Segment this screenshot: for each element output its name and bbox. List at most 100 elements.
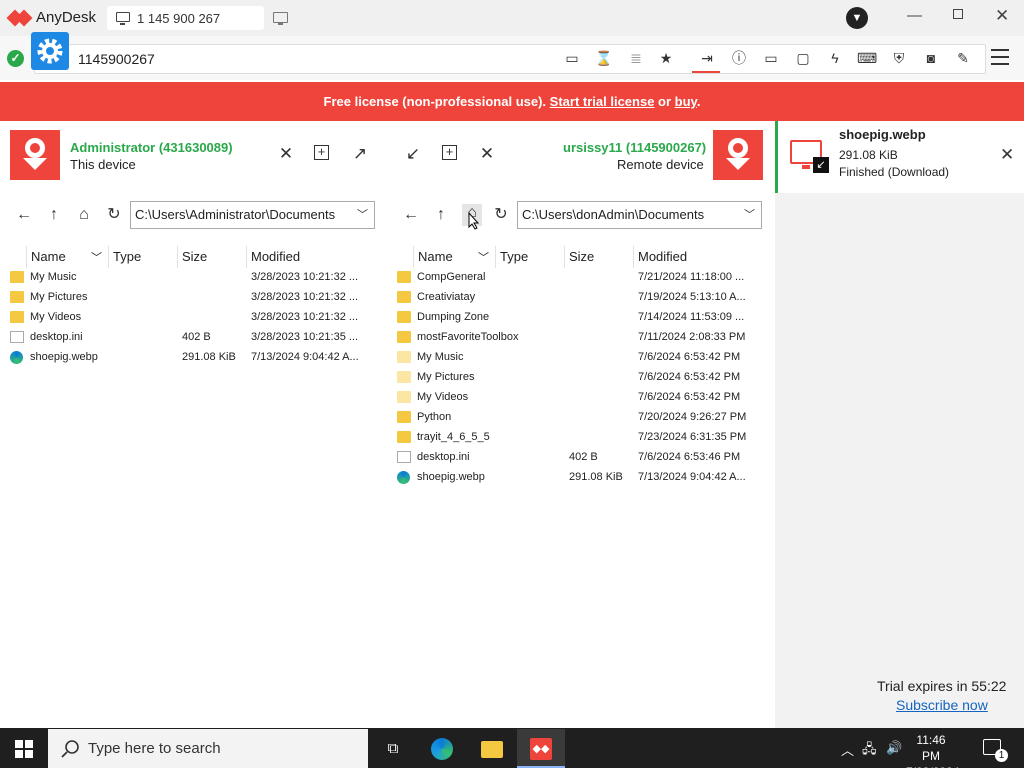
database-icon[interactable]: ≣ [626, 48, 646, 68]
chevron-down-icon[interactable]: ﹀ [744, 202, 755, 228]
table-row[interactable]: My Pictures 7/6/2024 6:53:42 PM [397, 368, 757, 388]
col-size[interactable]: Size [182, 249, 207, 264]
up-arrow-icon[interactable]: ↑ [45, 206, 63, 224]
anydesk-taskbar-icon: ◆◆ [530, 738, 552, 760]
screenshot-icon[interactable]: ◙ [921, 48, 941, 68]
file-icon [397, 451, 411, 463]
close-icon[interactable]: ✕ [277, 145, 295, 163]
keyboard-icon[interactable]: ⌨ [857, 48, 877, 68]
lightning-icon[interactable]: ϟ [825, 48, 845, 68]
refresh-icon[interactable]: ↻ [492, 206, 510, 224]
table-row[interactable]: Python 7/20/2024 9:26:27 PM [397, 408, 757, 428]
new-folder-icon[interactable]: + [442, 145, 457, 160]
windows-start-icon[interactable] [15, 740, 33, 758]
up-arrow-icon[interactable]: ↑ [432, 206, 450, 224]
table-row[interactable]: My Videos 7/6/2024 6:53:42 PM [397, 388, 757, 408]
new-folder-icon[interactable]: + [314, 145, 329, 160]
transfer-status: Finished (Download) [839, 165, 950, 179]
upload-arrow-icon[interactable]: ↗ [351, 145, 369, 163]
col-type[interactable]: Type [500, 249, 528, 264]
minimize-button[interactable]: — [907, 7, 922, 24]
edge-browser-icon[interactable] [431, 738, 453, 760]
new-session-icon[interactable] [273, 12, 288, 25]
monitor-icon[interactable]: ▭ [761, 48, 781, 68]
buy-link[interactable]: buy [675, 94, 697, 109]
remote-path-field[interactable]: C:\Users\donAdmin\Documents ﹀ [517, 201, 762, 229]
back-arrow-icon[interactable]: ← [15, 206, 33, 224]
file-modified: 3/28/2023 10:21:32 ... [251, 311, 359, 323]
gear-icon [37, 38, 63, 64]
volume-icon[interactable]: 🔊 [886, 740, 902, 756]
close-button[interactable]: ✕ [995, 6, 1009, 26]
col-type[interactable]: Type [113, 249, 141, 264]
hourglass-icon[interactable]: ⌛ [594, 48, 614, 68]
table-row[interactable]: desktop.ini 402 B 3/28/2023 10:21:35 ... [10, 328, 370, 348]
chat-icon[interactable]: ▢ [793, 48, 813, 68]
table-row[interactable]: My Music 3/28/2023 10:21:32 ... [10, 268, 370, 288]
start-trial-link[interactable]: Start trial license [550, 94, 655, 109]
notification-count-badge: 1 [995, 749, 1008, 762]
file-transfer-icon[interactable]: ⇥ [697, 48, 717, 68]
table-row[interactable]: Dumping Zone 7/14/2024 11:53:09 ... [397, 308, 757, 328]
home-icon[interactable]: ⌂ [75, 206, 93, 224]
local-path-text: C:\Users\Administrator\Documents [135, 207, 336, 222]
file-size: 402 B [182, 331, 211, 343]
chevron-down-icon[interactable]: ﹀ [478, 249, 489, 265]
task-view-icon[interactable]: ⧉ [382, 738, 404, 760]
folder-icon [10, 311, 24, 323]
refresh-icon[interactable]: ↻ [105, 206, 123, 224]
table-row[interactable]: desktop.ini 402 B 7/6/2024 6:53:46 PM [397, 448, 757, 468]
table-row[interactable]: Creativiatay 7/19/2024 5:13:10 A... [397, 288, 757, 308]
table-row[interactable]: shoepig.webp 291.08 KiB 7/13/2024 9:04:42 … [397, 468, 757, 488]
table-row[interactable]: My Pictures 3/28/2023 10:21:32 ... [10, 288, 370, 308]
pen-icon[interactable]: ✎ [953, 48, 973, 68]
local-device-name: Administrator (431630089) [70, 140, 233, 155]
table-row[interactable]: trayit_4_6_5_5 7/23/2024 6:31:35 PM [397, 428, 757, 448]
table-row[interactable]: mostFavoriteToolbox 7/11/2024 2:08:33 PM [397, 328, 757, 348]
trial-expiry-text: Trial expires in 55:22 [877, 678, 1007, 694]
close-icon[interactable]: ✕ [1000, 145, 1014, 165]
remote-device-logo [713, 130, 763, 180]
taskbar-search-placeholder[interactable]: Type here to search [88, 740, 221, 757]
menu-icon[interactable] [991, 49, 1009, 65]
settings-gear-button[interactable] [31, 32, 69, 70]
col-name[interactable]: Name [31, 249, 66, 264]
col-name[interactable]: Name [418, 249, 453, 264]
table-row[interactable]: CompGeneral 7/21/2024 11:18:00 ... [397, 268, 757, 288]
col-modified[interactable]: Modified [251, 249, 300, 264]
banner-text: Free license (non-professional use). [323, 94, 550, 109]
file-explorer-icon[interactable] [481, 741, 503, 758]
network-icon[interactable]: 🖧 [862, 740, 877, 762]
chevron-up-icon[interactable]: ︿ [841, 740, 854, 759]
chevron-down-icon[interactable]: ﹀ [91, 249, 102, 265]
col-modified[interactable]: Modified [638, 249, 687, 264]
table-row[interactable]: shoepig.webp 291.08 KiB 7/13/2024 9:04:42 … [10, 348, 370, 368]
local-path-field[interactable]: C:\Users\Administrator\Documents ﹀ [130, 201, 375, 229]
chevron-down-icon[interactable]: ▼ [846, 7, 868, 29]
download-arrow-icon[interactable]: ↙ [404, 145, 422, 163]
local-device-label: This device [70, 157, 136, 172]
taskbar-clock[interactable]: 11:46 PM 7/23/2024 [906, 732, 959, 780]
remote-device-name: ursissy11 (1145900267) [563, 140, 707, 155]
file-modified: 3/28/2023 10:21:35 ... [251, 331, 359, 343]
chevron-down-icon[interactable]: ﹀ [357, 202, 368, 228]
subscribe-link[interactable]: Subscribe now [896, 697, 988, 713]
session-tab[interactable]: 1 145 900 267 [107, 6, 264, 30]
file-modified: 7/6/2024 6:53:42 PM [638, 371, 741, 383]
file-modified: 7/6/2024 6:53:46 PM [638, 451, 741, 463]
restore-button[interactable] [953, 9, 963, 19]
display-icon[interactable]: ▭ [562, 48, 582, 68]
col-size[interactable]: Size [569, 249, 594, 264]
table-row[interactable]: My Music 7/6/2024 6:53:42 PM [397, 348, 757, 368]
remote-device-label: Remote device [617, 157, 704, 172]
back-arrow-icon[interactable]: ← [402, 206, 420, 224]
file-modified: 7/20/2024 9:26:27 PM [638, 411, 747, 423]
table-row[interactable]: My Videos 3/28/2023 10:21:32 ... [10, 308, 370, 328]
info-icon[interactable]: ⓘ [729, 48, 749, 68]
file-name: My Pictures [417, 371, 475, 383]
star-icon[interactable]: ★ [656, 48, 676, 68]
close-icon[interactable]: ✕ [478, 145, 496, 163]
address-input-value[interactable]: 1145900267 [78, 51, 155, 67]
shield-icon[interactable]: ⛨ [889, 48, 909, 68]
file-name: My Pictures [30, 291, 88, 303]
